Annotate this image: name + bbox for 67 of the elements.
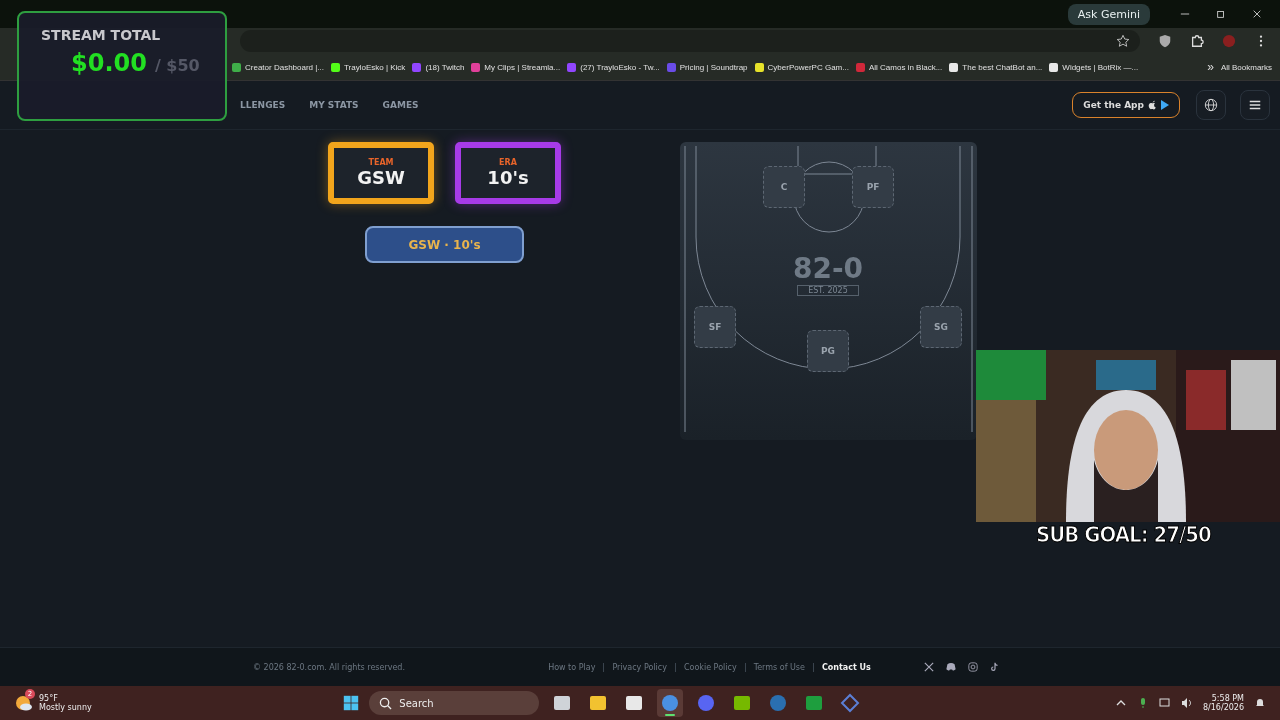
- globe-icon: [1204, 98, 1218, 112]
- volume-icon[interactable]: [1180, 697, 1193, 709]
- pick-label: TEAM: [368, 158, 394, 167]
- pick-card[interactable]: ERA 10's: [455, 142, 561, 204]
- tiktok-icon[interactable]: [990, 662, 1000, 672]
- bookmark[interactable]: Widgets | BotRix —...: [1049, 62, 1139, 72]
- temperature: 95°F: [39, 694, 59, 703]
- clock-date[interactable]: 8/16/2026: [1202, 703, 1244, 712]
- pick-label: ERA: [499, 158, 517, 167]
- apple-icon: [1148, 100, 1157, 110]
- footer-link[interactable]: Terms of Use: [753, 662, 805, 672]
- bell-icon[interactable]: [1254, 697, 1266, 709]
- footer-link[interactable]: Privacy Policy: [612, 662, 667, 672]
- pick-card[interactable]: TEAM GSW: [328, 142, 434, 204]
- bookmark[interactable]: (18) Twitch: [412, 62, 465, 72]
- copyright-text: © 2026 82-0.com. All rights reserved.: [253, 662, 405, 672]
- position-slot[interactable]: PG: [807, 330, 849, 372]
- bookmark[interactable]: TrayloEsko | Kick: [331, 62, 406, 72]
- x-icon[interactable]: [924, 662, 934, 672]
- shield-icon[interactable]: [1158, 34, 1172, 48]
- bookmark[interactable]: CyberPowerPC Gam...: [754, 62, 849, 72]
- nav-link[interactable]: LLENGES: [240, 100, 286, 110]
- bookmark[interactable]: Pricing | Soundtrap: [666, 62, 748, 72]
- nav-link[interactable]: GAMES: [382, 100, 419, 110]
- sun-cloud-icon: [14, 693, 34, 713]
- footer-link[interactable]: Cookie Policy: [683, 662, 737, 672]
- pick-value: 10's: [487, 167, 529, 188]
- team-era-button[interactable]: GSW · 10's: [365, 226, 524, 263]
- footer-link[interactable]: How to Play: [548, 662, 596, 672]
- search-field[interactable]: Search: [369, 691, 540, 715]
- position-slot[interactable]: SG: [920, 306, 962, 348]
- star-icon[interactable]: [1116, 34, 1130, 48]
- position-slot[interactable]: SF: [694, 306, 736, 348]
- position-slot[interactable]: PF: [852, 166, 894, 208]
- bookmark[interactable]: Creator Dashboard |...: [232, 62, 324, 72]
- language-button[interactable]: [1196, 90, 1226, 120]
- menu-button[interactable]: [1240, 90, 1270, 120]
- taskbar-app-icon[interactable]: [657, 689, 684, 717]
- ask-gemini-button[interactable]: Ask Gemini: [1067, 3, 1150, 25]
- position-slot[interactable]: C: [763, 166, 805, 208]
- discord-icon[interactable]: [946, 662, 956, 672]
- nav-link[interactable]: MY STATS: [309, 100, 359, 110]
- instagram-icon[interactable]: [968, 662, 978, 672]
- stream-goal: / $50: [154, 56, 200, 75]
- footer-link[interactable]: Contact Us: [821, 662, 871, 672]
- sub-goal-text: SUB GOAL: 27/50: [1036, 522, 1211, 547]
- get-the-app-button[interactable]: Get the App: [1072, 92, 1180, 118]
- bookmark[interactable]: (27) TrayloEsko - Tw...: [567, 62, 660, 72]
- restore-icon[interactable]: [1216, 9, 1226, 19]
- close-icon[interactable]: [1252, 9, 1262, 19]
- court-logo-tagline: EST. 2025: [797, 285, 859, 296]
- bookmark[interactable]: The best ChatBot an...: [949, 62, 1043, 72]
- all-bookmarks-link[interactable]: All Bookmarks: [1220, 62, 1272, 72]
- menu-icon: [1248, 98, 1262, 112]
- court-logo: 82-0: [792, 252, 864, 285]
- bookmark[interactable]: My Clips | Streamla...: [471, 62, 561, 72]
- bookmark[interactable]: All Camos in Black...: [855, 62, 943, 72]
- puzzle-icon[interactable]: [1190, 34, 1204, 48]
- stream-total-amount: $0.00: [71, 49, 147, 77]
- pick-value: GSW: [357, 167, 405, 188]
- weather-condition: Mostly sunny: [39, 703, 92, 712]
- stream-total-title: STREAM TOTAL: [41, 27, 162, 43]
- play-icon: [1161, 100, 1169, 110]
- network-icon[interactable]: [1158, 697, 1171, 709]
- more-bookmarks-button[interactable]: »: [1207, 60, 1214, 74]
- clock-time[interactable]: 5:58 PM: [1211, 694, 1244, 703]
- windows-start-icon[interactable]: [343, 695, 360, 711]
